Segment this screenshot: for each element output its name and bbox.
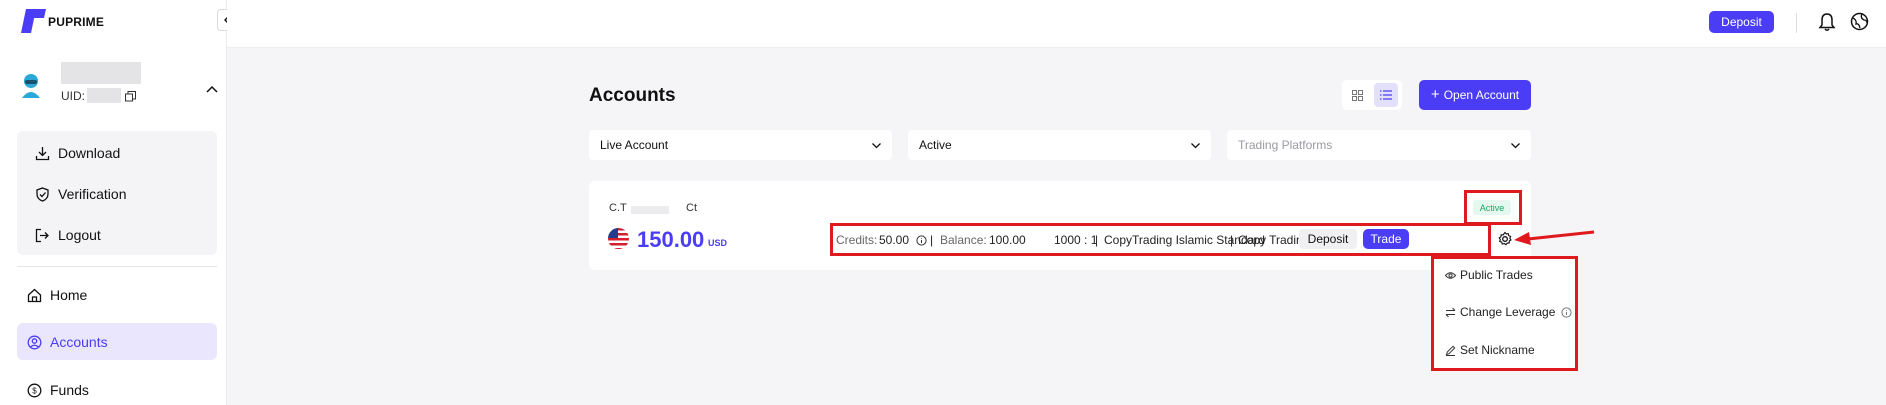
list-view-button[interactable]	[1374, 83, 1398, 107]
user-menu: Download Verification Logout	[17, 131, 217, 255]
open-account-button[interactable]: + Open Account	[1419, 80, 1531, 110]
divider	[17, 266, 217, 267]
chevron-down-icon	[1511, 143, 1520, 149]
home-icon	[27, 288, 42, 302]
credits-value: 50.00	[879, 233, 910, 247]
shield-check-icon	[36, 186, 49, 202]
nav-item-home[interactable]: Home	[27, 287, 87, 303]
separator: |	[1095, 233, 1099, 247]
settings-menu: Public Trades Change Leverage Set Nickna…	[1431, 256, 1578, 371]
swap-icon	[1445, 307, 1456, 317]
account-card: C.T Ct 150.00 USD Active Credits: 50.00 …	[589, 181, 1531, 270]
chevron-down-icon	[872, 143, 881, 149]
funds-icon: $	[27, 383, 42, 397]
language-icon[interactable]	[1850, 12, 1869, 36]
nav-item-label: Funds	[50, 382, 89, 398]
menu-item-label: Set Nickname	[1460, 343, 1535, 357]
top-deposit-button[interactable]: Deposit	[1709, 11, 1774, 33]
menu-item-logout[interactable]: Logout	[35, 227, 101, 243]
copy-icon[interactable]	[125, 89, 136, 107]
open-account-label: Open Account	[1443, 88, 1520, 102]
nav-item-accounts[interactable]: Accounts	[17, 323, 217, 360]
menu-item-label: Download	[58, 145, 121, 161]
menu-item-change-leverage[interactable]: Change Leverage	[1445, 305, 1555, 319]
trading-platforms-placeholder: Trading Platforms	[1238, 138, 1333, 152]
info-icon[interactable]	[916, 235, 927, 246]
avatar[interactable]	[20, 72, 42, 100]
pen-icon	[1445, 345, 1456, 356]
account-amount: 150.00	[637, 227, 705, 252]
logout-icon	[35, 228, 49, 242]
menu-item-download[interactable]: Download	[35, 145, 120, 161]
account-name-suffix: Ct	[686, 202, 697, 214]
account-name-prefix: C.T	[609, 202, 627, 214]
list-icon	[1380, 90, 1392, 100]
account-type-value: Live Account	[600, 138, 669, 152]
menu-item-label: Logout	[58, 227, 101, 243]
menu-item-label: Verification	[58, 186, 127, 202]
nav-item-accounts-content: Accounts	[27, 334, 108, 350]
eye-icon	[1445, 271, 1456, 279]
us-flag-icon	[608, 228, 629, 254]
chevron-up-icon[interactable]	[206, 80, 218, 98]
menu-item-verification[interactable]: Verification	[35, 186, 126, 202]
account-info-row: Credits: 50.00 | Balance: 100.00 1000 : …	[830, 223, 1491, 256]
menu-item-label: Public Trades	[1460, 268, 1533, 282]
nav-item-label: Accounts	[50, 334, 108, 350]
plus-icon: +	[1430, 86, 1440, 103]
info-icon[interactable]	[1561, 307, 1572, 318]
leverage-value: 1000 : 1	[1054, 233, 1098, 247]
sidebar: PUPRIME UID: Download Verification Logou…	[0, 0, 237, 405]
brand-logo-icon[interactable]	[20, 9, 46, 33]
trading-platforms-select[interactable]: Trading Platforms	[1227, 130, 1531, 160]
grid-view-button[interactable]	[1347, 85, 1367, 105]
username-redacted	[61, 62, 141, 84]
uid-value-redacted	[87, 88, 121, 103]
svg-text:$: $	[32, 386, 37, 395]
nav-item-label: Home	[50, 287, 88, 303]
divider	[1796, 13, 1797, 33]
top-bar: Deposit	[227, 0, 1886, 48]
account-type-select[interactable]: Live Account	[589, 130, 892, 160]
card-deposit-button[interactable]: Deposit	[1299, 229, 1357, 249]
account-currency: USD	[708, 238, 728, 248]
balance-value: 100.00	[989, 233, 1026, 247]
balance-label: Balance:	[940, 233, 987, 247]
status-badge: Active	[1473, 200, 1511, 215]
menu-item-public-trades[interactable]: Public Trades	[1445, 268, 1533, 282]
annotation-arrow	[1514, 230, 1595, 245]
accounts-icon	[27, 335, 42, 349]
page-title: Accounts	[589, 85, 676, 106]
bell-icon[interactable]	[1818, 12, 1836, 37]
chevron-down-icon	[1191, 143, 1200, 149]
status-select[interactable]: Active	[908, 130, 1211, 160]
grid-icon	[1351, 89, 1363, 101]
account-number-redacted	[631, 206, 669, 214]
separator: |	[1230, 233, 1234, 247]
download-icon	[35, 146, 50, 160]
separator: |	[930, 233, 934, 247]
nav-item-funds[interactable]: $ Funds	[27, 382, 89, 398]
trade-button[interactable]: Trade	[1363, 229, 1409, 249]
status-value: Active	[919, 138, 952, 152]
menu-item-set-nickname[interactable]: Set Nickname	[1445, 343, 1535, 357]
menu-item-label: Change Leverage	[1460, 305, 1556, 319]
uid-label: UID:	[61, 89, 85, 103]
credits-label: Credits:	[836, 233, 878, 247]
brand-name: PUPRIME	[48, 15, 105, 29]
view-toggle	[1342, 80, 1402, 110]
